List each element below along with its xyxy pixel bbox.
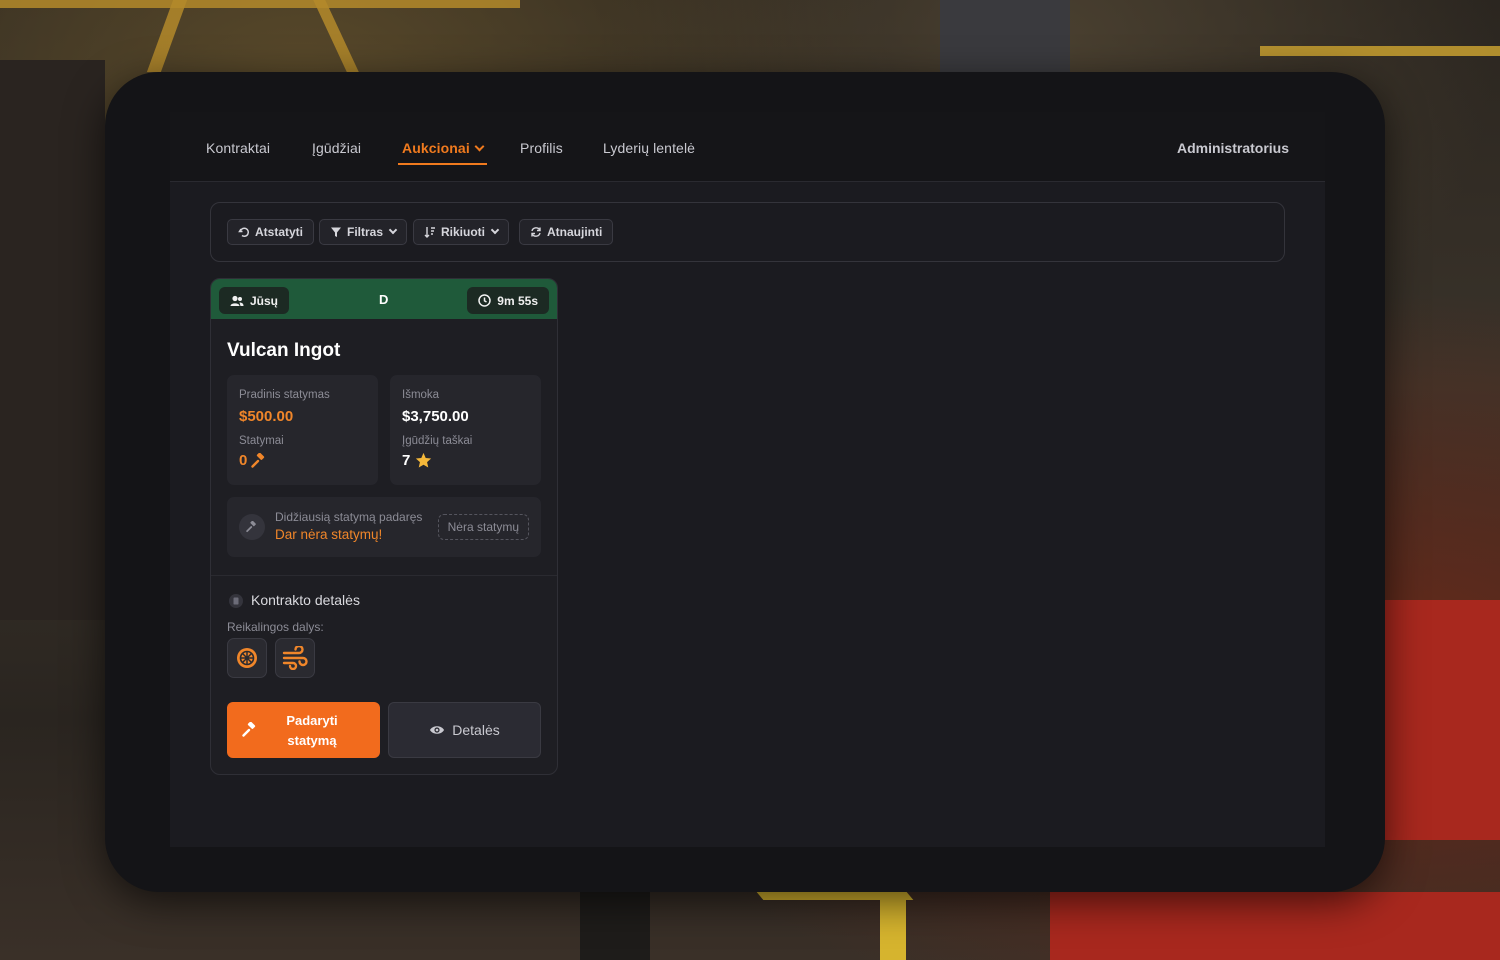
eye-icon <box>430 726 445 734</box>
auction-toolbar: Atstatyti Filtras Rikiuoti Atnaujinti <box>210 202 1285 262</box>
sort-label: Rikiuoti <box>441 225 485 239</box>
refresh-label: Atnaujinti <box>547 225 603 239</box>
undo-icon <box>238 227 250 237</box>
clock-icon <box>478 294 492 307</box>
top-navigation: Kontraktai Įgūdžiai Aukcionai Profilis L… <box>170 112 1325 182</box>
auction-card-header: Jūsų D 9m 55s <box>211 279 557 319</box>
gavel-icon <box>242 722 256 737</box>
part-exhaust[interactable] <box>275 638 315 678</box>
nav-tab-leaderboard[interactable]: Lyderių lentelė <box>603 140 695 156</box>
chevron-down-icon <box>388 225 398 235</box>
wheel-icon <box>237 648 257 668</box>
filter-label: Filtras <box>347 225 384 239</box>
starting-bid-value: $500.00 <box>239 408 294 425</box>
skill-points-value: 7 <box>402 452 411 469</box>
skill-points: 7 <box>402 452 432 469</box>
details-button[interactable]: Detalės <box>388 702 541 758</box>
top-bidder-box: Didžiausią statymą padaręs Dar nėra stat… <box>227 497 541 557</box>
payout-value: $3,750.00 <box>402 408 469 425</box>
filter-icon <box>331 227 341 237</box>
skill-points-label: Įgūdžių taškai <box>402 435 473 447</box>
top-bidder-value: Dar nėra statymų! <box>275 527 383 542</box>
nav-tab-profile[interactable]: Profilis <box>520 140 563 156</box>
gavel-icon <box>251 452 265 468</box>
wind-icon <box>282 646 308 670</box>
card-divider <box>211 575 557 576</box>
nav-admin-link[interactable]: Administratorius <box>1177 140 1289 156</box>
owner-label: Jūsų <box>250 293 279 308</box>
part-wheel[interactable] <box>227 638 267 678</box>
refresh-icon <box>531 227 541 237</box>
document-icon <box>229 594 243 608</box>
filter-button[interactable]: Filtras <box>319 219 408 245</box>
no-bids-badge: Nėra statymų <box>437 514 529 540</box>
timer-value: 9m 55s <box>497 293 538 308</box>
gavel-icon <box>239 514 265 540</box>
place-bid-button[interactable]: Padaryti statymą <box>227 702 380 758</box>
chevron-down-icon <box>490 225 500 235</box>
sort-button[interactable]: Rikiuoti <box>413 219 509 245</box>
payout-label: Išmoka <box>402 389 440 401</box>
app-screen: Kontraktai Įgūdžiai Aukcionai Profilis L… <box>170 112 1325 847</box>
owner-badge: Jūsų <box>219 287 290 314</box>
payout-box: Išmoka $3,750.00 Įgūdžių taškai 7 <box>390 375 541 485</box>
place-bid-label: Padaryti statymą <box>286 713 338 748</box>
star-icon <box>416 452 432 468</box>
nav-tab-auctions[interactable]: Aukcionai <box>398 140 487 165</box>
bids-count: 0 <box>239 452 267 469</box>
timer-badge: 9m 55s <box>467 287 549 314</box>
starting-bid-label: Pradinis statymas <box>239 389 330 401</box>
sort-icon <box>424 227 435 238</box>
bids-count-value: 0 <box>239 452 248 469</box>
auction-title: Vulcan Ingot <box>227 340 341 361</box>
top-bidder-label: Didžiausią statymą padaręs <box>275 510 423 524</box>
bids-count-label: Statymai <box>239 435 284 447</box>
reset-label: Atstatyti <box>255 225 304 239</box>
users-icon <box>230 295 244 306</box>
starting-bid-box: Pradinis statymas $500.00 Statymai 0 <box>227 375 378 485</box>
tablet-frame: Kontraktai Įgūdžiai Aukcionai Profilis L… <box>105 72 1385 892</box>
auction-card: Jūsų D 9m 55s Vulcan Ingot Pradinis stat… <box>210 278 558 775</box>
nav-tab-contracts[interactable]: Kontraktai <box>206 140 270 156</box>
nav-tab-skills[interactable]: Įgūdžiai <box>312 140 361 156</box>
nav-tab-auctions-label: Aukcionai <box>402 140 470 156</box>
contract-details-title: Kontrakto detalės <box>251 592 360 608</box>
grade-label: D <box>379 292 389 307</box>
chevron-down-icon <box>474 141 485 152</box>
refresh-button[interactable]: Atnaujinti <box>519 219 614 245</box>
reset-button[interactable]: Atstatyti <box>227 219 315 245</box>
details-label: Detalės <box>452 722 500 738</box>
required-parts-label: Reikalingos dalys: <box>227 620 324 634</box>
